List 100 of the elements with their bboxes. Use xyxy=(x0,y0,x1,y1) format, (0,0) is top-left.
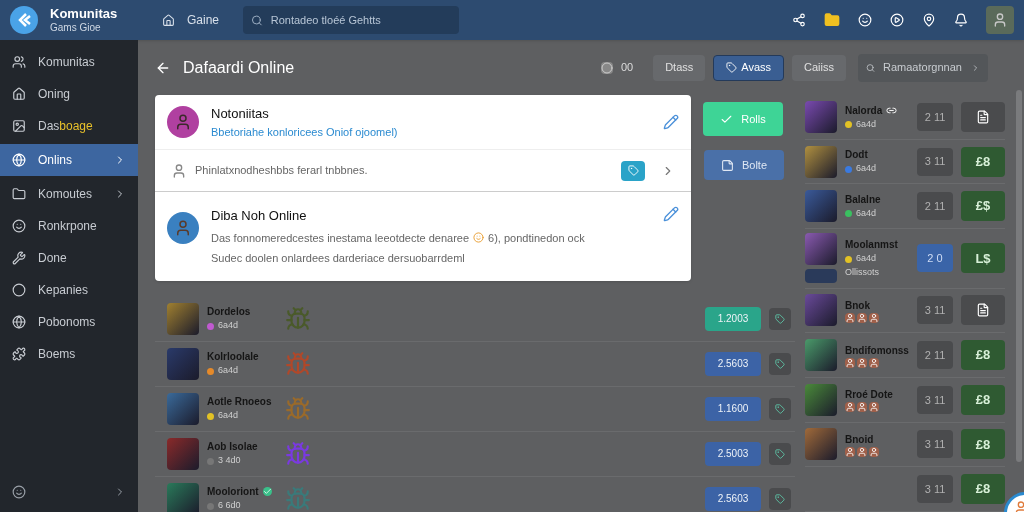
document-icon xyxy=(976,303,990,318)
pin-icon[interactable] xyxy=(922,13,936,27)
bell-icon[interactable] xyxy=(954,13,968,27)
sidebar-item[interactable]: Dasboage xyxy=(0,110,138,142)
search-field[interactable]: Rontadeo tloéé Gehtts xyxy=(243,6,460,34)
menu-icon xyxy=(12,251,26,265)
action-button[interactable]: £8 xyxy=(961,340,1005,371)
tag-button[interactable] xyxy=(769,307,791,330)
avatar-icon xyxy=(869,312,879,323)
sidebar-item[interactable]: Komoutes xyxy=(0,178,138,210)
edit-icon[interactable] xyxy=(663,206,679,222)
sidebar-item[interactable]: Pobonoms xyxy=(0,306,138,338)
smile-icon xyxy=(473,232,485,244)
action-button[interactable]: £8 xyxy=(961,474,1005,505)
search-input[interactable]: Rontadeo tloéé Gehtts xyxy=(270,11,452,29)
tag-icon xyxy=(775,313,785,324)
avatar-icon xyxy=(869,402,879,413)
tag-button[interactable] xyxy=(769,442,791,465)
menu-icon xyxy=(12,87,26,101)
sidebar-item[interactable]: Ronkrpone xyxy=(0,210,138,242)
avatar-icon xyxy=(869,357,879,368)
game-meta: 6 6d0 xyxy=(218,499,241,512)
sidebar-item[interactable]: Kepanies xyxy=(0,274,138,306)
share-icon[interactable] xyxy=(792,13,806,27)
game-title: Bnoid xyxy=(845,432,874,447)
action-button[interactable]: £8 xyxy=(961,146,1005,177)
search-input[interactable]: Ramaatorgnnan xyxy=(883,59,963,76)
search-icon xyxy=(251,13,263,27)
tag-icon xyxy=(775,448,785,459)
avatar-icon xyxy=(869,446,879,457)
profile-description: Sudec doolen onlardees darderiace dersuobarrdeml xyxy=(211,251,466,266)
tag-icon xyxy=(775,358,785,369)
tag-icon xyxy=(726,62,738,73)
count-badge: 2 11 xyxy=(917,192,953,221)
game-title: Dordelos xyxy=(207,305,251,320)
game-title: Aotle Rnoeos xyxy=(207,395,272,410)
price-tag: 2.5603 xyxy=(705,486,761,511)
sidebar-item[interactable]: Onlins xyxy=(0,144,138,176)
document-icon xyxy=(976,109,990,124)
home-icon xyxy=(162,13,175,27)
avatar-icon xyxy=(857,312,867,323)
filter-tab[interactable]: Caiiss xyxy=(792,54,846,81)
sidebar-item[interactable]: Boems xyxy=(0,338,138,370)
game-thumbnail xyxy=(167,347,199,380)
filter-tab[interactable]: Avass xyxy=(713,54,785,81)
tag-button[interactable] xyxy=(769,397,791,420)
folder-icon[interactable] xyxy=(824,12,840,28)
document-button[interactable] xyxy=(961,101,1005,132)
filter-tab[interactable]: Dtass xyxy=(653,54,706,81)
search-field[interactable]: Ramaatorgnnan xyxy=(858,53,988,82)
game-thumbnail xyxy=(167,392,199,425)
person-icon xyxy=(174,219,192,237)
tag-button[interactable] xyxy=(769,487,791,510)
logo-icon xyxy=(10,6,38,34)
support-icon[interactable] xyxy=(12,485,26,499)
game-thumbnail xyxy=(167,302,199,335)
menu-icon xyxy=(12,55,26,69)
price-tag: 2.5603 xyxy=(705,351,761,376)
edit-icon[interactable] xyxy=(663,114,679,130)
smile-icon[interactable] xyxy=(858,13,872,27)
sidebar-item[interactable]: Komunitas xyxy=(0,46,138,78)
count-badge: 3 11 xyxy=(917,296,953,325)
game-thumbnail xyxy=(805,145,837,178)
game-thumbnail xyxy=(805,428,837,461)
menu-icon xyxy=(12,283,26,297)
document-button[interactable] xyxy=(961,295,1005,326)
game-title: Nalorda xyxy=(845,103,883,118)
profile-subtitle: Bbetoriahe konloricees Oniof ojoomel) xyxy=(211,124,399,140)
action-button[interactable]: £$ xyxy=(961,191,1005,222)
sidebar-item[interactable]: Oning xyxy=(0,78,138,110)
game-thumbnail xyxy=(805,339,837,372)
avatar-icon xyxy=(845,402,855,413)
person-icon xyxy=(174,113,192,131)
game-thumbnail xyxy=(805,100,837,133)
menu-icon xyxy=(12,153,26,167)
game-thumbnail xyxy=(805,383,837,416)
count-badge: 3 11 xyxy=(917,385,953,414)
game-title: Bndifomonss xyxy=(845,343,909,358)
note-button[interactable]: Bolte xyxy=(704,150,784,180)
count-badge: 3 11 xyxy=(917,147,953,176)
tag-button[interactable] xyxy=(769,352,791,375)
profile-name: Notoniitas xyxy=(211,105,270,123)
profile-description: Das fonnomeredcestes inestama leeotdecte denaree xyxy=(211,230,470,246)
game-thumbnail xyxy=(167,437,199,470)
action-button[interactable]: £8 xyxy=(961,384,1005,415)
sidebar-item[interactable]: Done xyxy=(0,242,138,274)
count-label: 00 xyxy=(620,60,634,76)
bug-icon xyxy=(285,305,311,332)
user-avatar[interactable] xyxy=(986,6,1014,34)
action-button[interactable]: £8 xyxy=(961,429,1005,460)
tag-button[interactable] xyxy=(621,160,645,181)
avatar-icon xyxy=(845,312,855,323)
avatar-icon xyxy=(857,446,867,457)
menu-icon xyxy=(12,119,26,133)
play-icon[interactable] xyxy=(890,13,904,27)
game-thumbnail xyxy=(805,233,837,266)
menu-icon xyxy=(12,187,26,201)
game-nav-link[interactable]: Gaine xyxy=(162,11,220,29)
count-badge: 3 11 xyxy=(917,430,953,459)
action-button[interactable]: L$ xyxy=(961,243,1005,274)
